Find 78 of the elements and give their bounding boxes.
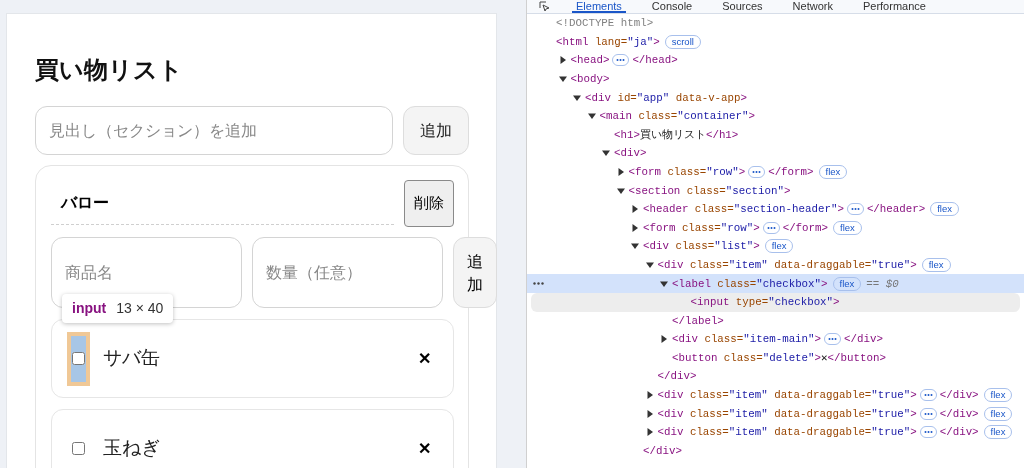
element-tag: <div> [614, 145, 647, 162]
devtools-tab[interactable]: Network [788, 0, 837, 13]
closing-tag: </div> [657, 368, 697, 385]
element-tag: <header class="section-header"> [643, 201, 844, 218]
expanded-triangle-icon[interactable] [558, 75, 567, 84]
closing-tag: </label> [672, 312, 724, 329]
element-tag: <html lang="ja"> [556, 33, 660, 50]
ellipsis-button[interactable] [919, 426, 937, 439]
closing-tag: </div> [844, 331, 883, 348]
closing-tag: </div> [939, 405, 979, 422]
element-tag: <input type="checkbox"> [690, 294, 840, 311]
collapsed-triangle-icon[interactable] [645, 428, 654, 437]
element-tag: <div class="item" data-draggable="true"> [657, 405, 917, 422]
closing-tag: </form> [782, 219, 828, 236]
expanded-triangle-icon[interactable] [587, 112, 596, 121]
element-tag: <body> [570, 71, 610, 88]
add-section-button[interactable]: 追加 [403, 106, 469, 155]
ellipsis-button[interactable] [612, 54, 630, 67]
ellipsis-button[interactable] [824, 333, 842, 346]
section-input-field[interactable]: 見出し（セクション）を追加 [35, 106, 393, 155]
element-tag: <head> [570, 52, 610, 69]
devtools-tab[interactable]: Performance [858, 0, 930, 13]
closing-tag: </head> [632, 52, 678, 69]
closing-tag: </form> [768, 163, 814, 181]
closing-tag: </div> [939, 387, 979, 404]
expanded-triangle-icon[interactable] [645, 261, 654, 269]
closing-tag: </div> [643, 442, 682, 460]
element-tag: <div class="item" data-draggable="true"> [657, 387, 917, 404]
expanded-triangle-icon[interactable] [631, 242, 639, 251]
element-tag: <section class="section"> [628, 182, 791, 199]
ellipsis-button[interactable] [762, 221, 780, 234]
selected-tree-row[interactable]: <label class="checkbox"> flex == $0 [527, 274, 1024, 293]
expanded-triangle-icon[interactable] [616, 186, 625, 195]
ellipsis-button[interactable] [846, 203, 864, 216]
ellipsis-button[interactable] [919, 407, 937, 420]
item-checkbox[interactable] [72, 352, 85, 365]
delete-item-button[interactable]: ✕ [418, 346, 431, 371]
selected-node-note: == $0 [866, 276, 899, 292]
collapsed-triangle-icon[interactable] [645, 409, 654, 418]
element-tag: <label class="checkbox"> [672, 275, 828, 292]
ellipsis-button[interactable] [748, 166, 766, 179]
inspect-element-icon[interactable] [539, 1, 550, 12]
element-tag: <div class="item" data-draggable="true"> [657, 256, 917, 274]
devtools-tab[interactable]: Console [647, 0, 697, 13]
collapsed-triangle-icon[interactable] [631, 223, 639, 232]
element-tag: <div class="item-main"> [672, 331, 822, 348]
ellipsis-button[interactable] [919, 389, 937, 402]
collapsed-triangle-icon[interactable] [616, 168, 625, 177]
element-tag: <div class="list"> [643, 238, 760, 255]
more-icon[interactable] [533, 282, 544, 286]
element-tag: <h1>買い物リスト</h1> [614, 126, 739, 143]
add-item-button[interactable]: 追加 [453, 237, 497, 308]
quantity-field[interactable]: 数量（任意） [252, 237, 443, 308]
element-tag: <form class="row"> [628, 163, 746, 181]
devtools-tab[interactable]: Sources [718, 0, 767, 13]
expanded-triangle-icon[interactable] [602, 149, 610, 158]
expanded-triangle-icon[interactable] [660, 279, 668, 288]
collapsed-triangle-icon[interactable] [558, 56, 567, 65]
collapsed-triangle-icon[interactable] [645, 391, 654, 400]
item-checkbox[interactable] [72, 442, 85, 455]
section-heading: バロー [51, 182, 394, 225]
delete-item-button[interactable]: ✕ [418, 436, 431, 461]
element-tag: <div class="item" data-draggable="true"> [657, 424, 917, 441]
collapsed-triangle-icon[interactable] [660, 335, 668, 344]
delete-section-button[interactable]: 削除 [404, 180, 454, 227]
expanded-triangle-icon[interactable] [573, 93, 581, 102]
element-tag: <form class="row"> [643, 219, 760, 236]
closing-tag: </div> [939, 424, 979, 441]
item-name: サバ缶 [103, 346, 161, 371]
page-title: 買い物リスト [35, 56, 184, 84]
element-tag: <!DOCTYPE html> [556, 15, 654, 32]
collapsed-triangle-icon[interactable] [631, 205, 639, 214]
devtools-tab[interactable]: Elements [572, 0, 626, 13]
element-tag: <main class="container"> [599, 108, 756, 125]
element-tag: <button class="delete">✕</button> [672, 349, 886, 367]
closing-tag: </header> [866, 201, 926, 218]
element-tag: <div id="app" data-v-app> [585, 89, 747, 106]
item-name: 玉ねぎ [103, 436, 161, 461]
